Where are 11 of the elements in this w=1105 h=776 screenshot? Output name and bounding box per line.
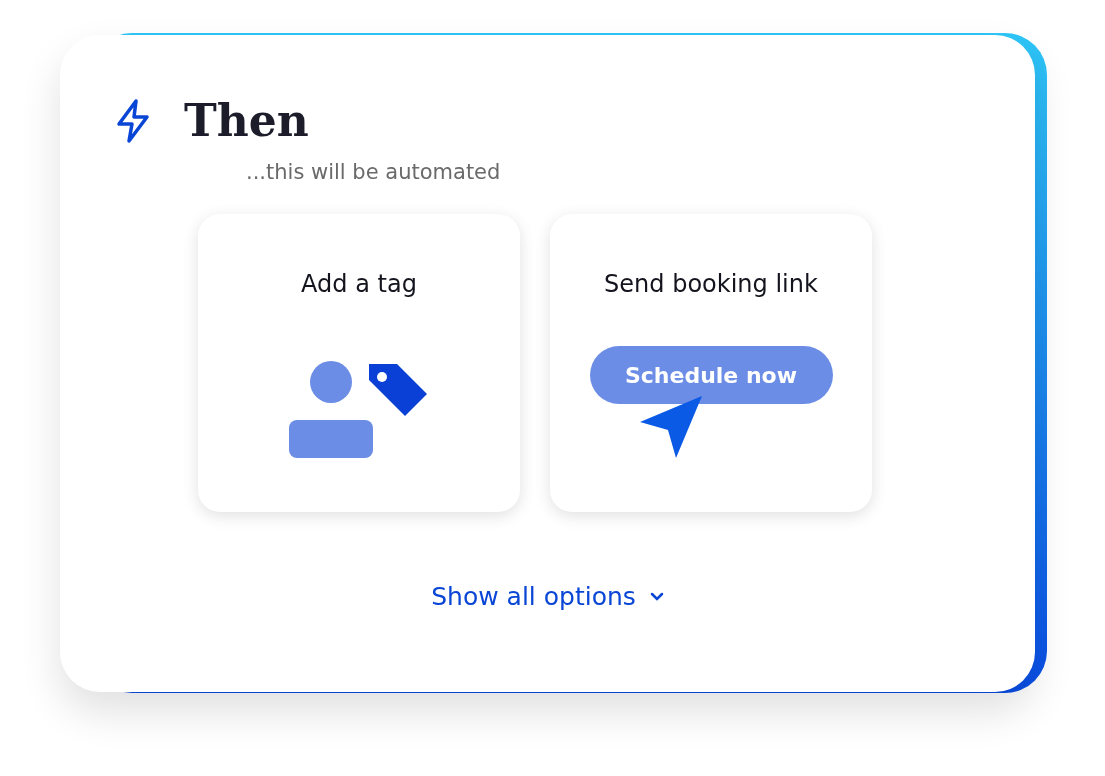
person-tag-icon: [289, 360, 429, 458]
action-title: Add a tag: [301, 269, 417, 300]
action-card[interactable]: Add a tag: [198, 214, 520, 512]
lightning-icon: [116, 98, 150, 143]
action-title: Send booking link: [604, 269, 818, 300]
section-subtitle: ...this will be automated: [246, 160, 502, 184]
action-card[interactable]: Send booking link Schedule now: [550, 214, 872, 512]
section-title: Then: [184, 95, 309, 146]
chevron-down-icon: [649, 592, 664, 601]
show-options-link[interactable]: Show all options: [431, 582, 664, 611]
send-arrow-icon: [638, 394, 704, 460]
